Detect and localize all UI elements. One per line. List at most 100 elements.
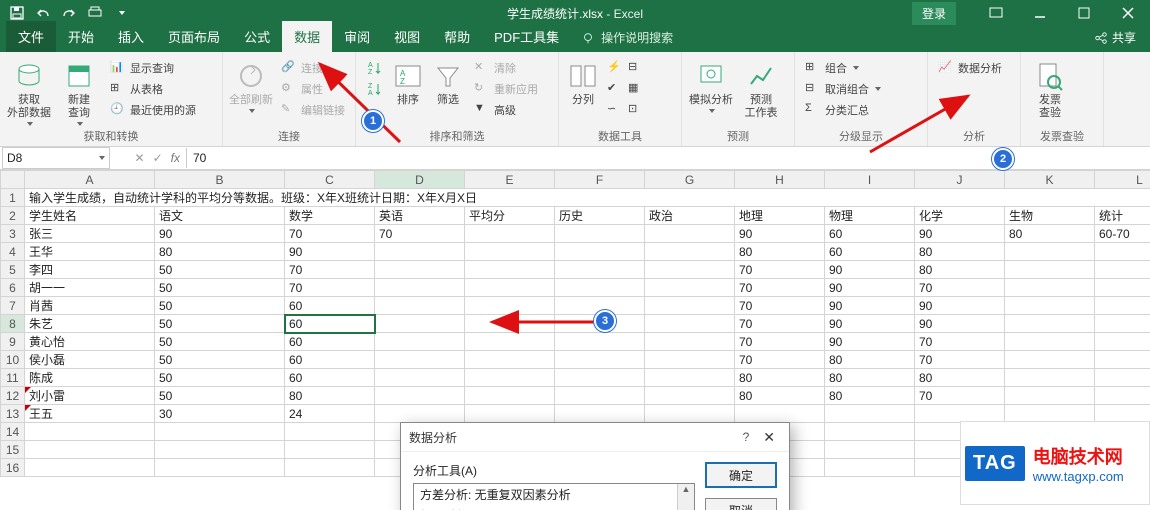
cell[interactable] — [1005, 243, 1095, 261]
row-header-14[interactable]: 14 — [1, 423, 25, 441]
filter-button[interactable]: 筛选 — [430, 58, 466, 107]
cell[interactable]: 80 — [735, 369, 825, 387]
cell[interactable]: 90 — [825, 333, 915, 351]
cell[interactable] — [285, 423, 375, 441]
cell[interactable] — [555, 333, 645, 351]
cell[interactable]: 50 — [155, 279, 285, 297]
cell[interactable] — [1005, 333, 1095, 351]
cell[interactable] — [25, 459, 155, 477]
row-header-8[interactable]: 8 — [1, 315, 25, 333]
cell[interactable]: 80 — [735, 387, 825, 405]
cell[interactable] — [645, 315, 735, 333]
cell[interactable] — [375, 297, 465, 315]
cell[interactable] — [155, 459, 285, 477]
cell[interactable]: 70 — [285, 225, 375, 243]
cell[interactable] — [915, 405, 1005, 423]
cell[interactable]: 50 — [155, 315, 285, 333]
cell[interactable] — [555, 369, 645, 387]
tab-file[interactable]: 文件 — [6, 21, 56, 52]
dialog-close-icon[interactable]: ✕ — [757, 429, 781, 446]
minimize-button[interactable] — [1018, 0, 1062, 26]
cell[interactable]: 50 — [155, 369, 285, 387]
cell[interactable]: 英语 — [375, 207, 465, 225]
cell[interactable]: 60 — [285, 333, 375, 351]
cell[interactable]: 80 — [915, 261, 1005, 279]
cell[interactable]: 60 — [285, 351, 375, 369]
tab-公式[interactable]: 公式 — [232, 21, 282, 52]
tab-审阅[interactable]: 审阅 — [332, 21, 382, 52]
sort-asc-button[interactable]: AZ — [362, 58, 386, 78]
row-header-15[interactable]: 15 — [1, 441, 25, 459]
cell[interactable] — [375, 279, 465, 297]
cell[interactable] — [825, 459, 915, 477]
cell[interactable] — [465, 279, 555, 297]
cell[interactable] — [555, 225, 645, 243]
cell[interactable] — [465, 225, 555, 243]
cell[interactable]: 侯小磊 — [25, 351, 155, 369]
tab-PDF工具集[interactable]: PDF工具集 — [482, 21, 571, 52]
tab-页面布局[interactable]: 页面布局 — [156, 21, 232, 52]
cell[interactable]: 学生姓名 — [25, 207, 155, 225]
tell-me[interactable]: 操作说明搜索 — [571, 23, 683, 52]
cell[interactable]: 50 — [155, 297, 285, 315]
row-header-5[interactable]: 5 — [1, 261, 25, 279]
edit-links-button[interactable]: ✎编辑链接 — [277, 100, 349, 120]
ungroup-button[interactable]: ⊟取消组合 — [801, 79, 885, 99]
cell[interactable] — [735, 405, 825, 423]
forecast-button[interactable]: 预测 工作表 — [738, 58, 784, 120]
cell[interactable] — [375, 405, 465, 423]
cell[interactable] — [645, 369, 735, 387]
cell[interactable] — [555, 351, 645, 369]
cell[interactable]: 60 — [825, 225, 915, 243]
cell[interactable] — [645, 297, 735, 315]
cell[interactable] — [375, 387, 465, 405]
whatif-button[interactable]: 模拟分析 — [688, 58, 734, 113]
cell[interactable] — [1095, 369, 1150, 387]
cell[interactable] — [645, 261, 735, 279]
clear-filter-button[interactable]: ✕清除 — [470, 58, 542, 78]
tab-数据[interactable]: 数据 — [282, 21, 332, 52]
cell[interactable] — [1095, 405, 1150, 423]
cell[interactable] — [285, 459, 375, 477]
col-header-G[interactable]: G — [645, 171, 735, 189]
cell[interactable] — [155, 441, 285, 459]
cell[interactable] — [1095, 333, 1150, 351]
ok-button[interactable]: 确定 — [705, 462, 777, 488]
cell[interactable]: 李四 — [25, 261, 155, 279]
cell[interactable]: 平均分 — [465, 207, 555, 225]
connections-button[interactable]: 🔗连接 — [277, 58, 349, 78]
cell[interactable] — [375, 315, 465, 333]
cell[interactable] — [465, 297, 555, 315]
refresh-all-button[interactable]: 全部刷新 — [229, 58, 273, 113]
cell[interactable]: 70 — [285, 261, 375, 279]
cell[interactable] — [645, 387, 735, 405]
cell[interactable] — [155, 423, 285, 441]
cell[interactable]: 物理 — [825, 207, 915, 225]
cell[interactable] — [375, 243, 465, 261]
cell[interactable]: 80 — [1005, 225, 1095, 243]
cell[interactable] — [1095, 279, 1150, 297]
cell[interactable] — [1005, 405, 1095, 423]
cell[interactable]: 80 — [735, 243, 825, 261]
cell[interactable]: 80 — [285, 387, 375, 405]
cell[interactable]: 90 — [825, 279, 915, 297]
col-header-J[interactable]: J — [915, 171, 1005, 189]
get-external-data-button[interactable]: 获取 外部数据 — [6, 58, 52, 126]
cell[interactable]: 70 — [375, 225, 465, 243]
col-header-B[interactable]: B — [155, 171, 285, 189]
reapply-button[interactable]: ↻重新应用 — [470, 79, 542, 99]
cell[interactable] — [1095, 261, 1150, 279]
cell[interactable]: 90 — [915, 297, 1005, 315]
cell[interactable] — [465, 387, 555, 405]
subtotal-button[interactable]: Σ分类汇总 — [801, 100, 885, 120]
cell[interactable]: 70 — [915, 387, 1005, 405]
cell[interactable] — [555, 279, 645, 297]
cancel-button[interactable]: 取消 — [705, 498, 777, 510]
cell[interactable]: 24 — [285, 405, 375, 423]
cell[interactable] — [1095, 297, 1150, 315]
data-analysis-button[interactable]: 📈数据分析 — [934, 58, 1006, 78]
cell[interactable]: 60 — [285, 297, 375, 315]
cell[interactable] — [1095, 243, 1150, 261]
cell[interactable] — [645, 333, 735, 351]
cell[interactable] — [1005, 351, 1095, 369]
